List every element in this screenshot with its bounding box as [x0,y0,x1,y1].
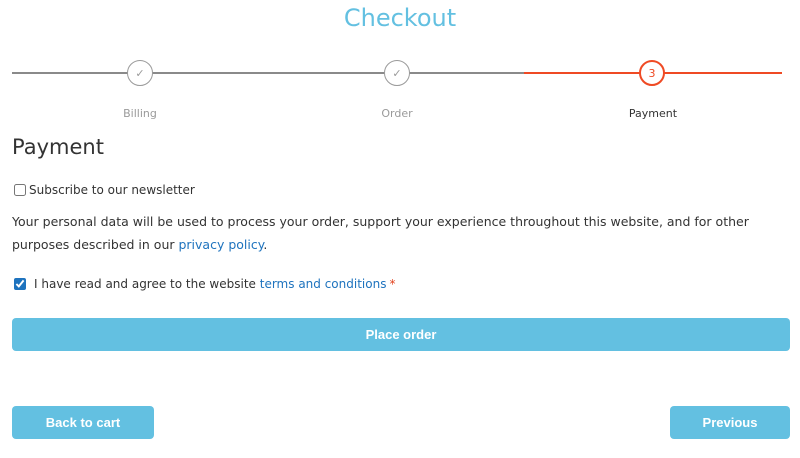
step-billing-check-icon[interactable]: ✓ [127,60,153,86]
terms-checkbox[interactable] [14,278,26,290]
newsletter-checkbox[interactable] [14,184,26,196]
newsletter-label: Subscribe to our newsletter [29,183,195,197]
newsletter-option[interactable]: Subscribe to our newsletter [14,183,195,197]
progress-line-completed [397,72,524,74]
step-payment-number: 3 [639,60,665,86]
checkout-progress-steps: ✓ ✓ 3 [12,58,782,88]
required-asterisk: * [389,277,396,291]
step-label-order[interactable]: Order [337,107,457,120]
terms-option[interactable]: I have read and agree to the website ter… [14,277,395,291]
privacy-notice: Your personal data will be used to proce… [12,210,792,256]
page-title: Checkout [343,4,457,32]
step-order-check-icon[interactable]: ✓ [384,60,410,86]
step-label-payment: Payment [628,107,678,120]
progress-line-completed [12,72,397,74]
step-label-billing[interactable]: Billing [80,107,200,120]
terms-text: I have read and agree to the website [34,277,256,291]
privacy-end: . [263,237,268,252]
terms-link[interactable]: terms and conditions [260,277,387,291]
back-to-cart-button[interactable]: Back to cart [12,406,154,439]
previous-button[interactable]: Previous [670,406,790,439]
privacy-text: Your personal data will be used to proce… [12,214,749,252]
place-order-button[interactable]: Place order [12,318,790,351]
payment-section-title: Payment [12,135,104,159]
privacy-policy-link[interactable]: privacy policy [178,237,263,252]
